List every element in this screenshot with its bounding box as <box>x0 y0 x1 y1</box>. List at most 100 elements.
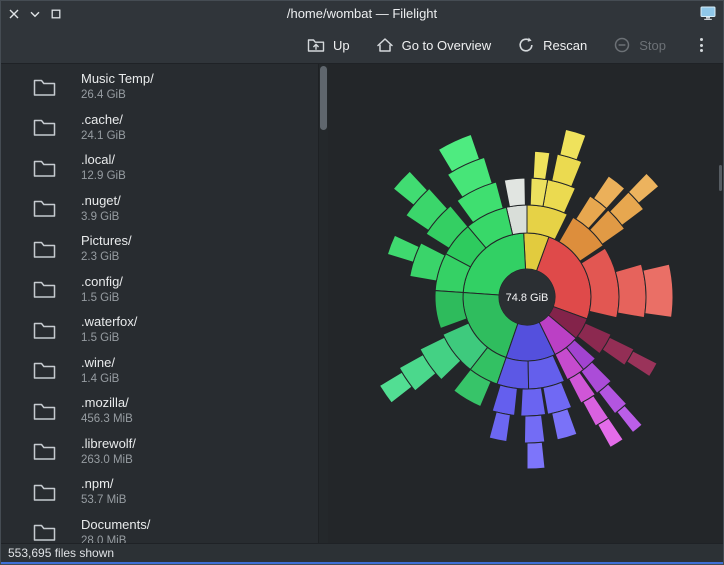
item-size: 53.7 MiB <box>81 493 126 508</box>
item-name: .mozilla/ <box>81 395 133 412</box>
list-item[interactable]: Music Temp/26.4 GiB <box>1 67 318 108</box>
list-item[interactable]: .nuget/3.9 GiB <box>1 189 318 230</box>
kebab-dot <box>700 49 703 52</box>
item-size: 3.9 GiB <box>81 210 121 225</box>
chart-segment[interactable] <box>524 415 544 443</box>
folder-icon <box>33 199 56 218</box>
go-to-overview-button[interactable]: Go to Overview <box>376 37 492 53</box>
item-name: .cache/ <box>81 112 126 129</box>
home-icon <box>376 37 394 53</box>
chart-segment[interactable] <box>627 351 657 377</box>
toolbar: Up Go to Overview Rescan Stop <box>1 27 723 64</box>
list-item[interactable]: Pictures/2.3 GiB <box>1 229 318 270</box>
folder-icon <box>33 402 56 421</box>
list-item[interactable]: .local/12.9 GiB <box>1 148 318 189</box>
list-item[interactable]: .npm/53.7 MiB <box>1 472 318 513</box>
rescan-label: Rescan <box>543 38 587 53</box>
list-item[interactable]: .wine/1.4 GiB <box>1 351 318 392</box>
chart-segment[interactable] <box>560 129 586 159</box>
chart-segment[interactable] <box>489 412 510 442</box>
folder-icon <box>33 483 56 502</box>
go-to-overview-label: Go to Overview <box>402 38 492 53</box>
chart-segment[interactable] <box>615 264 646 317</box>
item-name: .wine/ <box>81 355 119 372</box>
statusbar: 553,695 files shown <box>1 543 723 564</box>
rescan-button[interactable]: Rescan <box>517 36 587 54</box>
folder-icon <box>33 523 56 542</box>
item-name: .npm/ <box>81 476 126 493</box>
chart-segment[interactable] <box>504 178 525 207</box>
shade-button[interactable] <box>30 11 40 18</box>
main-content: Music Temp/26.4 GiB.cache/24.1 GiB.local… <box>1 64 723 543</box>
chart-segment[interactable] <box>435 291 467 329</box>
chart-scrollbar-thumb[interactable] <box>719 165 722 191</box>
folder-icon <box>33 240 56 259</box>
item-name: .nuget/ <box>81 193 121 210</box>
stop-label: Stop <box>639 38 666 53</box>
chart-center-label: 74.8 GiB <box>506 292 549 304</box>
list-item[interactable]: Documents/28.0 MiB <box>1 513 318 544</box>
folder-sidebar: Music Temp/26.4 GiB.cache/24.1 GiB.local… <box>1 64 318 543</box>
item-size: 12.9 GiB <box>81 169 126 184</box>
chart-segment[interactable] <box>552 409 577 440</box>
item-size: 1.5 GiB <box>81 291 123 306</box>
refresh-icon <box>517 36 535 54</box>
list-item[interactable]: .waterfox/1.5 GiB <box>1 310 318 351</box>
chart-segment[interactable] <box>527 442 545 469</box>
list-item[interactable]: .config/1.5 GiB <box>1 270 318 311</box>
item-size: 263.0 MiB <box>81 453 136 468</box>
item-name: .librewolf/ <box>81 436 136 453</box>
item-size: 2.3 GiB <box>81 250 132 265</box>
filelight-window: /home/wombat — Filelight Up Go to Overvi… <box>0 0 724 565</box>
item-size: 1.5 GiB <box>81 331 137 346</box>
list-item[interactable]: .librewolf/263.0 MiB <box>1 432 318 473</box>
chart-segment[interactable] <box>598 418 623 447</box>
titlebar: /home/wombat — Filelight <box>1 1 723 27</box>
chart-segment[interactable] <box>617 406 642 433</box>
chart-segment[interactable] <box>492 385 517 415</box>
display-icon <box>700 6 716 21</box>
chart-segment[interactable] <box>533 151 550 179</box>
stop-icon <box>613 36 631 54</box>
item-size: 24.1 GiB <box>81 129 126 144</box>
list-item[interactable]: .cache/24.1 GiB <box>1 108 318 149</box>
stop-button[interactable]: Stop <box>613 36 666 54</box>
up-label: Up <box>333 38 350 53</box>
item-name: Pictures/ <box>81 233 132 250</box>
up-button[interactable]: Up <box>307 37 350 53</box>
maximize-button[interactable] <box>51 9 61 19</box>
chart-segment[interactable] <box>643 264 673 317</box>
chart-segment[interactable] <box>387 235 419 262</box>
sidebar-scrollbar[interactable] <box>318 64 328 543</box>
item-name: .local/ <box>81 152 126 169</box>
folder-icon <box>33 118 56 137</box>
close-button[interactable] <box>9 9 19 19</box>
item-size: 26.4 GiB <box>81 88 154 103</box>
maximize-icon <box>51 9 61 19</box>
item-size: 28.0 MiB <box>81 534 150 543</box>
close-icon <box>9 9 19 19</box>
folder-list: Music Temp/26.4 GiB.cache/24.1 GiB.local… <box>1 67 318 543</box>
scrollbar-thumb[interactable] <box>320 66 327 130</box>
item-name: Documents/ <box>81 517 150 534</box>
folder-icon <box>33 442 56 461</box>
folder-icon <box>33 321 56 340</box>
item-name: .waterfox/ <box>81 314 137 331</box>
list-item[interactable]: .mozilla/456.3 MiB <box>1 391 318 432</box>
chevron-down-icon <box>30 11 40 18</box>
overflow-menu-button[interactable] <box>694 34 709 56</box>
item-name: Music Temp/ <box>81 71 154 88</box>
folder-icon <box>33 78 56 97</box>
kebab-dot <box>700 38 703 41</box>
item-size: 1.4 GiB <box>81 372 119 387</box>
window-app-icon <box>700 6 716 26</box>
folder-up-icon <box>307 37 325 53</box>
folder-icon <box>33 361 56 380</box>
folder-icon <box>33 280 56 299</box>
chart-segment[interactable] <box>521 388 546 416</box>
item-size: 456.3 MiB <box>81 412 133 427</box>
chart-area: 74.8 GiB <box>328 64 723 543</box>
window-title: /home/wombat — Filelight <box>1 1 723 27</box>
kebab-dot <box>700 44 703 47</box>
sunburst-chart: 74.8 GiB <box>328 64 723 543</box>
